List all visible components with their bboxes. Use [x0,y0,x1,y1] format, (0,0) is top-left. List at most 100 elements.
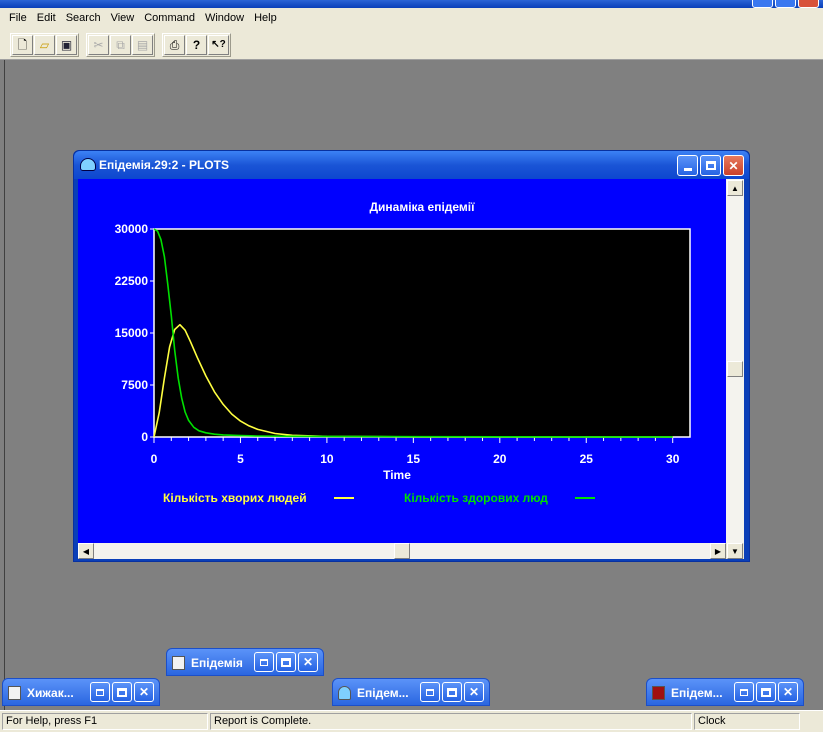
cut-icon: ✂ [93,38,104,52]
scroll-up-button[interactable]: ▲ [727,180,743,196]
status-message: Report is Complete. [210,713,692,730]
print-button[interactable]: ⎙ [164,35,185,55]
menu-help[interactable]: Help [249,9,282,27]
cloud-icon [338,686,351,700]
menu-file[interactable]: File [4,9,32,27]
menu-command[interactable]: Command [139,9,200,27]
close-button[interactable]: ✕ [464,682,484,702]
left-arrow-icon: ◀ [82,546,90,556]
legend-label-1: Кількість хворих людей [163,491,307,505]
close-icon: ✕ [782,685,794,699]
toolbar: 🗋 ▱ ▣ ✂ ⧉ ▤ ⎙ ? ↖? [0,28,823,60]
menu-edit[interactable]: Edit [32,9,61,27]
open-button[interactable]: ▱ [34,35,55,55]
vertical-scrollbar[interactable]: ▲ [726,179,744,543]
restore-button[interactable] [420,682,440,702]
app-close-button[interactable] [798,0,819,8]
plot-window-title: Епідемія.29:2 - PLOTS [99,158,229,172]
help-icon: ? [192,38,201,52]
y-tick-label: 15000 [115,326,149,340]
minimized-window-epidem-red[interactable]: Епідем... ✕ [646,678,804,706]
print-icon: ⎙ [169,38,180,52]
scroll-left-button[interactable]: ◀ [78,543,94,559]
chart-title: Динаміка епідемії [369,200,475,214]
y-tick-label: 7500 [121,378,148,392]
plot-close-button[interactable]: ✕ [723,155,744,176]
close-button[interactable]: ✕ [298,652,318,672]
app-minimize-button[interactable] [752,0,773,8]
x-tick-label: 20 [493,452,507,466]
horizontal-scrollbar[interactable]: ◀ ▶ [78,543,726,559]
file-toolbar-group: 🗋 ▱ ▣ [10,33,79,57]
maximize-button[interactable] [442,682,462,702]
scroll-right-button[interactable]: ▶ [710,543,726,559]
y-tick-label: 22500 [115,274,149,288]
edit-toolbar-group: ✂ ⧉ ▤ [86,33,155,57]
document-icon [8,686,21,700]
minimized-window-title: Хижак... [27,686,74,700]
maximize-button[interactable] [756,682,776,702]
restore-button[interactable] [90,682,110,702]
app-title-bar[interactable] [0,0,823,8]
plot-area: Динаміка епідемії 0 7500 15000 22500 30000 0 5 1… [78,179,726,543]
new-file-button[interactable]: 🗋 [12,35,33,55]
minimized-window-predator[interactable]: Хижак... ✕ [2,678,160,706]
maximize-icon [281,657,291,667]
close-button[interactable]: ✕ [778,682,798,702]
menu-bar: File Edit Search View Command Window Hel… [0,8,823,28]
minimized-window-title: Епідем... [671,686,723,700]
down-arrow-icon: ▼ [731,546,739,556]
close-icon: ✕ [468,685,480,699]
plot-window-title-bar[interactable]: Епідемія.29:2 - PLOTS ✕ [74,151,749,179]
close-icon: ✕ [728,158,739,173]
x-axis-label: Time [383,468,411,482]
vertical-scroll-thumb[interactable] [727,361,743,377]
x-tick-label: 25 [580,452,594,466]
restore-icon [260,658,268,666]
x-tick-label: 5 [237,452,244,466]
minimized-window-epidem-cloud[interactable]: Епідем... ✕ [332,678,490,706]
maximize-icon [117,687,127,697]
legend-label-2: Кількість здорових люд [404,491,548,505]
scroll-corner: ▼ [726,543,744,559]
restore-icon [740,688,748,696]
context-help-button[interactable]: ↖? [208,35,229,55]
menu-view[interactable]: View [106,9,140,27]
close-button[interactable]: ✕ [134,682,154,702]
x-tick-label: 10 [320,452,334,466]
maximize-button[interactable] [112,682,132,702]
cut-button[interactable]: ✂ [88,35,109,55]
minimized-window-title: Епідем... [357,686,409,700]
x-tick-label: 0 [151,452,158,466]
help-button[interactable]: ? [186,35,207,55]
up-arrow-icon: ▲ [731,183,739,193]
close-icon: ✕ [138,685,150,699]
menu-window[interactable]: Window [200,9,249,27]
scroll-down-button[interactable]: ▼ [727,543,743,559]
paste-button[interactable]: ▤ [132,35,153,55]
x-tick-label: 15 [407,452,421,466]
copy-button[interactable]: ⧉ [110,35,131,55]
minimize-icon [683,168,692,171]
restore-button[interactable] [734,682,754,702]
app-maximize-button[interactable] [775,0,796,8]
epidemic-chart: Динаміка епідемії 0 7500 15000 22500 30000 0 5 1… [115,200,691,505]
restore-button[interactable] [254,652,274,672]
status-clock: Clock [694,713,800,730]
plot-minimize-button[interactable] [677,155,698,176]
maximize-button[interactable] [276,652,296,672]
maximize-icon [705,161,716,170]
save-button[interactable]: ▣ [56,35,77,55]
plot-background [153,228,691,438]
plot-maximize-button[interactable] [700,155,721,176]
horizontal-scroll-thumb[interactable] [394,543,410,559]
document-icon [172,656,185,670]
paste-icon: ▤ [136,38,149,52]
y-tick-label: 30000 [115,222,149,236]
status-bar: For Help, press F1 Report is Complete. C… [0,710,823,732]
right-arrow-icon: ▶ [714,546,722,556]
x-tick-label: 30 [666,452,680,466]
open-folder-icon: ▱ [39,38,50,52]
menu-search[interactable]: Search [61,9,106,27]
minimized-window-epidemia[interactable]: Епідемія ✕ [166,648,324,676]
